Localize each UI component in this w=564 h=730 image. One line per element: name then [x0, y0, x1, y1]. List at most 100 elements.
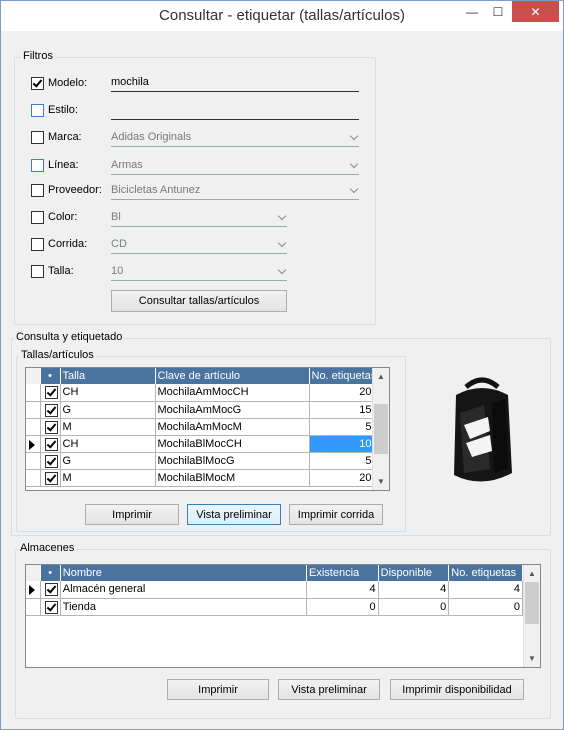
modelo-field[interactable]: mochila — [111, 74, 359, 92]
row-header[interactable] — [26, 435, 41, 453]
column-header-talla[interactable]: Talla — [60, 368, 156, 384]
row-checkbox[interactable] — [44, 420, 58, 434]
almacenes-grid[interactable]: • Nombre Existencia Disponible No. etiqu… — [25, 564, 541, 668]
row-header[interactable] — [26, 418, 41, 436]
scroll-down-icon[interactable]: ▼ — [524, 650, 540, 667]
etiquetas-cell[interactable]: 5 — [309, 452, 375, 470]
etiquetas-cell[interactable]: 20 — [309, 384, 375, 402]
etiquetas-cell[interactable]: 20 — [309, 469, 375, 487]
color-checkbox[interactable] — [31, 211, 44, 224]
imprimir-disponibilidad-button[interactable]: Imprimir disponibilidad — [390, 679, 524, 700]
close-button[interactable]: ✕ — [512, 1, 559, 22]
row-header[interactable] — [26, 581, 41, 599]
estilo-field[interactable] — [111, 102, 359, 120]
row-checkbox-cell[interactable] — [40, 469, 61, 487]
column-header-clave[interactable]: Clave de artículo — [155, 368, 310, 384]
etiquetas-cell[interactable]: 15 — [309, 401, 375, 419]
marca-checkbox[interactable] — [31, 131, 44, 144]
nombre-cell[interactable]: Tienda — [60, 598, 308, 616]
row-checkbox-cell[interactable] — [40, 384, 61, 402]
estilo-checkbox[interactable] — [31, 104, 44, 117]
row-header[interactable] — [26, 401, 41, 419]
row-checkbox[interactable] — [44, 454, 58, 468]
etiquetas-cell[interactable]: 4 — [448, 581, 523, 599]
row-checkbox-cell[interactable] — [40, 581, 61, 599]
talla-cell[interactable]: CH — [60, 384, 156, 402]
disponible-cell[interactable]: 0 — [378, 598, 450, 616]
etiquetas-cell-selected[interactable]: 10 — [309, 435, 375, 453]
etiquetas-cell[interactable]: 0 — [448, 598, 523, 616]
corrida-dropdown[interactable]: CD — [111, 236, 287, 254]
imprimir-tallas-button[interactable]: Imprimir — [85, 504, 179, 525]
clave-cell[interactable]: MochilaBlMocCH — [155, 435, 310, 453]
table-row[interactable]: M MochilaAmMocM 5 — [26, 418, 375, 436]
table-row-current[interactable]: CH MochilaBlMocCH 10 — [26, 435, 375, 453]
row-checkbox[interactable] — [44, 437, 58, 451]
row-checkbox-cell[interactable] — [40, 435, 61, 453]
almacenes-scrollbar[interactable]: ▲ ▼ — [523, 565, 540, 667]
vista-preliminar-almacenes-button[interactable]: Vista preliminar — [278, 679, 380, 700]
scroll-down-icon[interactable]: ▼ — [373, 473, 389, 490]
column-header-select[interactable]: • — [40, 565, 61, 581]
proveedor-checkbox[interactable] — [31, 184, 44, 197]
consultar-button[interactable]: Consultar tallas/artículos — [111, 290, 287, 312]
marca-dropdown[interactable]: Adidas Originals — [111, 129, 359, 147]
proveedor-dropdown[interactable]: Bicicletas Antunez — [111, 182, 359, 200]
talla-cell[interactable]: M — [60, 418, 156, 436]
table-row[interactable]: Tienda 0 0 0 — [26, 598, 523, 616]
table-row[interactable]: G MochilaAmMocG 15 — [26, 401, 375, 419]
row-header[interactable] — [26, 598, 41, 616]
row-header[interactable] — [26, 384, 41, 402]
row-checkbox[interactable] — [44, 386, 58, 399]
linea-dropdown[interactable]: Armas — [111, 157, 359, 175]
talla-cell[interactable]: M — [60, 469, 156, 487]
row-checkbox[interactable] — [44, 583, 58, 596]
talla-cell[interactable]: G — [60, 452, 156, 470]
table-row[interactable]: M MochilaBlMocM 20 — [26, 469, 375, 487]
scroll-up-icon[interactable]: ▲ — [524, 565, 540, 582]
etiquetas-cell[interactable]: 5 — [309, 418, 375, 436]
column-header-etiquetas[interactable]: No. etiquetas — [448, 565, 523, 581]
clave-cell[interactable]: MochilaBlMocM — [155, 469, 310, 487]
row-checkbox-cell[interactable] — [40, 452, 61, 470]
row-checkbox-cell[interactable] — [40, 401, 61, 419]
talla-dropdown[interactable]: 10 — [111, 263, 287, 281]
talla-cell[interactable]: CH — [60, 435, 156, 453]
linea-checkbox[interactable] — [31, 159, 44, 172]
maximize-button[interactable]: ☐ — [485, 1, 511, 22]
talla-cell[interactable]: G — [60, 401, 156, 419]
color-dropdown[interactable]: Bl — [111, 209, 287, 227]
table-row[interactable]: CH MochilaAmMocCH 20 — [26, 384, 375, 402]
corrida-checkbox[interactable] — [31, 238, 44, 251]
row-checkbox-cell[interactable] — [40, 598, 61, 616]
row-checkbox[interactable] — [44, 471, 58, 485]
table-row-current[interactable]: Almacén general 4 4 4 — [26, 581, 523, 599]
clave-cell[interactable]: MochilaAmMocG — [155, 401, 310, 419]
column-header-etiquetas[interactable]: No. etiquetas — [309, 368, 375, 384]
column-header-existencia[interactable]: Existencia — [306, 565, 379, 581]
column-header-select[interactable]: • — [40, 368, 61, 384]
row-checkbox-cell[interactable] — [40, 418, 61, 436]
row-header[interactable] — [26, 469, 41, 487]
minimize-button[interactable]: — — [459, 1, 485, 22]
clave-cell[interactable]: MochilaAmMocM — [155, 418, 310, 436]
scroll-thumb[interactable] — [374, 404, 388, 454]
row-checkbox[interactable] — [44, 600, 58, 614]
table-row[interactable]: G MochilaBlMocG 5 — [26, 452, 375, 470]
column-header-nombre[interactable]: Nombre — [60, 565, 308, 581]
row-checkbox[interactable] — [44, 403, 58, 417]
clave-cell[interactable]: MochilaBlMocG — [155, 452, 310, 470]
modelo-checkbox[interactable] — [31, 77, 44, 90]
title-bar[interactable]: Consultar - etiquetar (tallas/artículos)… — [1, 1, 563, 31]
talla-checkbox[interactable] — [31, 265, 44, 278]
imprimir-almacenes-button[interactable]: Imprimir — [167, 679, 269, 700]
tallas-grid[interactable]: • Talla Clave de artículo No. etiquetas … — [25, 367, 390, 491]
scroll-up-icon[interactable]: ▲ — [373, 368, 389, 385]
scroll-thumb[interactable] — [525, 582, 539, 624]
existencia-cell[interactable]: 4 — [306, 581, 379, 599]
tallas-scrollbar[interactable]: ▲ ▼ — [372, 368, 389, 490]
nombre-cell[interactable]: Almacén general — [60, 581, 308, 599]
row-header[interactable] — [26, 452, 41, 470]
column-header-disponible[interactable]: Disponible — [378, 565, 450, 581]
clave-cell[interactable]: MochilaAmMocCH — [155, 384, 310, 402]
